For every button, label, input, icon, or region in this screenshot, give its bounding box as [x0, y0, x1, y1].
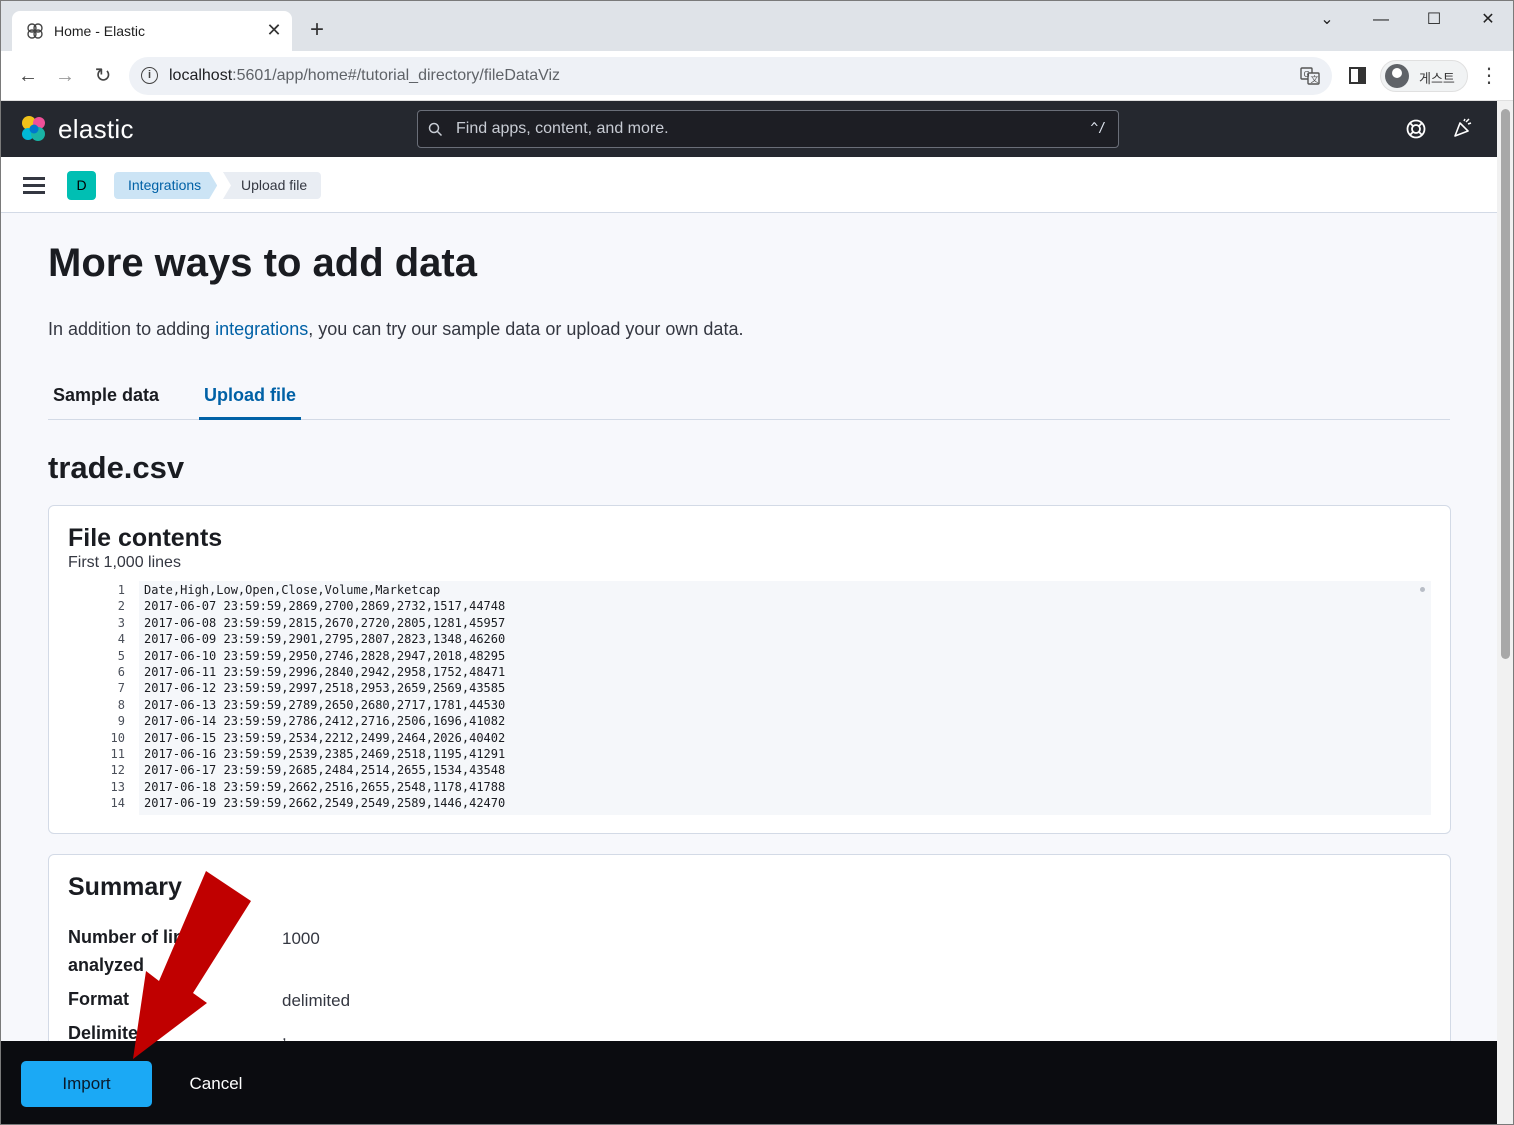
side-panel-icon[interactable] [1349, 67, 1366, 84]
close-window-icon[interactable]: ✕ [1465, 5, 1511, 35]
line-number-gutter: 1 2 3 4 5 6 7 8 9 10 11 12 13 14 [69, 581, 139, 815]
file-contents-panel: File contents First 1,000 lines 12345678… [48, 505, 1451, 834]
line-number: 3 [117, 615, 125, 630]
code-line: 2017-06-19 23:59:59,2662,2549,2549,2589,… [144, 796, 506, 811]
line-number: 5 [117, 648, 125, 663]
news-feed-icon[interactable] [1452, 117, 1474, 139]
back-icon[interactable]: ← [14, 62, 42, 90]
page-scrollbar-thumb[interactable] [1501, 109, 1510, 659]
summary-value-lines: 1000 [282, 929, 320, 948]
page-scrollbar[interactable] [1497, 101, 1513, 1124]
code-line: 2017-06-11 23:59:59,2996,2840,2942,2958,… [144, 665, 506, 679]
page-description: In addition to adding integrations, you … [48, 319, 744, 339]
breadcrumb-upload-file: Upload file [223, 172, 322, 199]
avatar-icon [1385, 64, 1409, 88]
line-number: 12 [110, 763, 125, 778]
help-icon[interactable] [1405, 118, 1427, 140]
line-number: 2 [117, 599, 125, 614]
code-line: 2017-06-18 23:59:59,2662,2516,2655,2548,… [144, 779, 506, 794]
space-avatar[interactable]: D [67, 171, 96, 200]
code-line: 2017-06-10 23:59:59,2950,2746,2828,2947,… [144, 648, 506, 663]
line-number: 1 [117, 583, 125, 597]
code-line: 2017-06-13 23:59:59,2789,2650,2680,2717,… [144, 697, 506, 712]
line-number: 10 [110, 730, 125, 745]
elastic-logo-icon[interactable] [19, 114, 49, 144]
svg-text:文: 文 [1311, 74, 1319, 84]
global-search-input[interactable]: Find apps, content, and more. ^/ [417, 110, 1119, 148]
translate-icon[interactable]: G 文 [1300, 66, 1320, 86]
file-name-title: trade.csv [48, 450, 185, 485]
file-contents-code-editor[interactable]: 1 2 3 4 5 6 7 8 9 10 11 12 13 14 Date,High,Low,Open,C… [69, 581, 1431, 815]
kibana-header: elastic Find apps, content, and more. ^/ [1, 101, 1497, 157]
code-line: 2017-06-08 23:59:59,2815,2670,2720,2805,… [144, 615, 506, 630]
search-icon [428, 122, 443, 137]
breadcrumb-bar: D Integrations Upload file [1, 157, 1497, 213]
line-number: 7 [117, 681, 125, 696]
line-number: 6 [117, 665, 125, 679]
breadcrumb-integrations[interactable]: Integrations [114, 172, 217, 199]
elastic-brand-text: elastic [58, 114, 134, 144]
svg-text:G: G [1304, 70, 1310, 79]
annotation-arrow-icon [133, 871, 251, 1059]
browser-window: Home - Elastic ✕ + ⌄ — ☐ ✕ ← → ↻ i local… [0, 0, 1514, 1125]
menu-toggle-icon[interactable] [23, 177, 45, 194]
tab-close-icon[interactable]: ✕ [262, 18, 286, 42]
code-line: Date,High,Low,Open,Close,Volume,Marketca… [144, 583, 441, 597]
profile-label: 게스트 [1419, 71, 1455, 86]
tab-sample-data[interactable]: Sample data [48, 385, 164, 420]
new-tab-icon[interactable]: + [303, 17, 331, 45]
minimize-icon[interactable]: — [1358, 5, 1404, 35]
browser-toolbar: ← → ↻ i localhost:5601/app/home#/tutoria… [1, 51, 1513, 101]
url-text[interactable]: localhost:5601/app/home#/tutorial_direct… [169, 67, 560, 85]
forward-icon[interactable]: → [51, 62, 79, 90]
browser-menu-icon[interactable]: ⋮ [1478, 63, 1500, 89]
search-shortcut-hint: ^/ [1090, 121, 1106, 136]
line-number: 9 [117, 714, 125, 729]
code-scrollbar[interactable] [1420, 587, 1425, 592]
tab-bar: Sample data Upload file [48, 371, 1450, 420]
integrations-link[interactable]: integrations [215, 319, 308, 339]
code-line: 2017-06-17 23:59:59,2685,2484,2514,2655,… [144, 763, 506, 778]
browser-tab[interactable]: Home - Elastic ✕ [12, 11, 292, 51]
line-number: 13 [110, 779, 125, 794]
maximize-icon[interactable]: ☐ [1411, 5, 1457, 35]
code-line: 2017-06-16 23:59:59,2539,2385,2469,2518,… [144, 747, 506, 761]
code-line: 2017-06-07 23:59:59,2869,2700,2869,2732,… [144, 599, 506, 614]
line-number: 4 [117, 632, 125, 647]
code-line: 2017-06-09 23:59:59,2901,2795,2807,2823,… [144, 632, 506, 647]
tab-title: Home - Elastic [54, 23, 146, 39]
code-line: 2017-06-12 23:59:59,2997,2518,2953,2659,… [144, 681, 506, 696]
tab-search-chevron-icon[interactable]: ⌄ [1304, 5, 1350, 35]
search-placeholder: Find apps, content, and more. [456, 120, 669, 137]
summary-value-format: delimited [282, 991, 351, 1010]
code-line: 2017-06-14 23:59:59,2786,2412,2716,2506,… [144, 714, 506, 729]
tab-strip: Home - Elastic ✕ + ⌄ — ☐ ✕ [1, 1, 1513, 51]
line-number: 8 [117, 697, 125, 712]
cancel-button[interactable]: Cancel [179, 1061, 253, 1107]
page-title: More ways to add data [48, 241, 477, 285]
reload-icon[interactable]: ↻ [89, 62, 117, 90]
address-bar[interactable]: i localhost:5601/app/home#/tutorial_dire… [129, 57, 1332, 95]
site-info-icon[interactable]: i [141, 67, 158, 84]
elastic-favicon-icon [27, 23, 43, 39]
code-line: 2017-06-15 23:59:59,2534,2212,2499,2464,… [144, 730, 506, 745]
line-number: 11 [110, 747, 125, 761]
tab-upload-file[interactable]: Upload file [199, 385, 302, 420]
file-contents-title: File contents [68, 524, 223, 552]
line-number: 14 [110, 796, 125, 811]
file-contents-subtitle: First 1,000 lines [68, 554, 181, 571]
import-button[interactable]: Import [21, 1061, 152, 1107]
profile-button[interactable]: 게스트 [1380, 60, 1468, 92]
